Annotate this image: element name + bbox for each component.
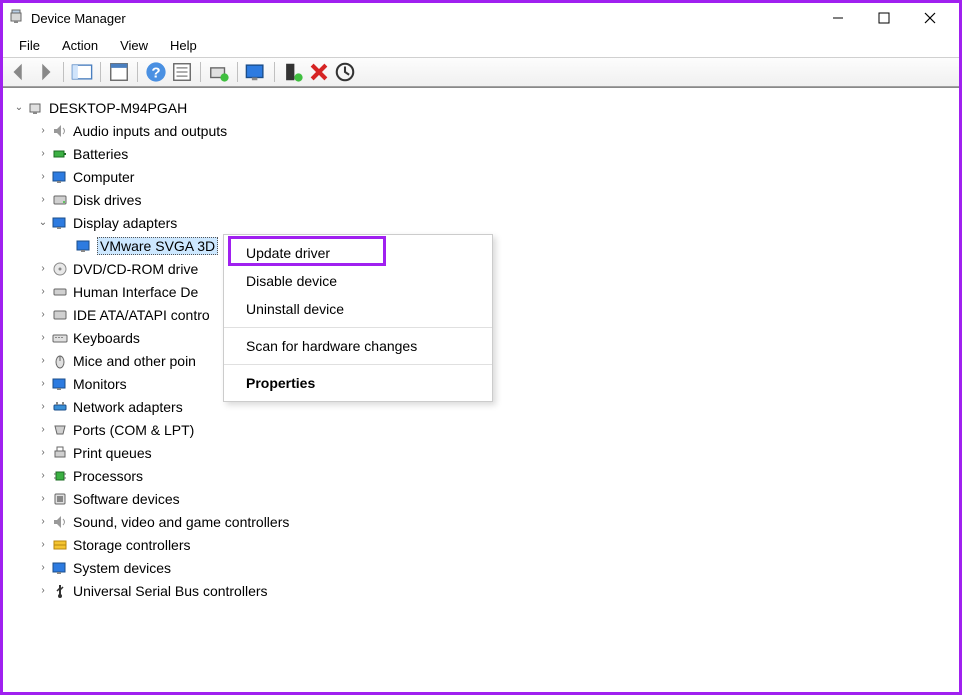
- ide-icon: [51, 306, 69, 324]
- cpu-icon: [51, 467, 69, 485]
- speaker-icon: [51, 122, 69, 140]
- context-menu: Update driver Disable device Uninstall d…: [223, 234, 493, 402]
- chevron-right-icon[interactable]: ›: [35, 491, 51, 507]
- chevron-right-icon[interactable]: ›: [35, 123, 51, 139]
- close-button[interactable]: [907, 3, 953, 33]
- tree-node-system[interactable]: ›System devices: [7, 556, 959, 579]
- tree-root-label: DESKTOP-M94PGAH: [49, 100, 187, 116]
- action-settings-button[interactable]: [170, 60, 194, 84]
- display-adapter-icon: [75, 237, 93, 255]
- monitor-action-button[interactable]: [244, 60, 268, 84]
- forward-button[interactable]: [33, 60, 57, 84]
- chevron-right-icon[interactable]: ›: [35, 445, 51, 461]
- console-tree-button[interactable]: [70, 60, 94, 84]
- svg-text:?: ?: [151, 65, 160, 82]
- system-icon: [51, 559, 69, 577]
- printer-icon: [51, 444, 69, 462]
- update-driver-button[interactable]: [207, 60, 231, 84]
- toolbar-separator: [237, 62, 238, 82]
- chevron-right-icon[interactable]: ›: [35, 376, 51, 392]
- menu-help[interactable]: Help: [160, 36, 207, 55]
- chevron-right-icon[interactable]: ›: [35, 169, 51, 185]
- selected-device-label: VMware SVGA 3D: [97, 237, 218, 255]
- context-scan-hardware[interactable]: Scan for hardware changes: [224, 332, 492, 360]
- chevron-right-icon[interactable]: ›: [35, 146, 51, 162]
- context-update-driver[interactable]: Update driver: [224, 239, 492, 267]
- storage-icon: [51, 536, 69, 554]
- help-button[interactable]: ?: [144, 60, 168, 84]
- tree-node-software[interactable]: ›Software devices: [7, 487, 959, 510]
- port-icon: [51, 421, 69, 439]
- toolbar-separator: [63, 62, 64, 82]
- toolbar-separator: [137, 62, 138, 82]
- chevron-right-icon[interactable]: ›: [35, 583, 51, 599]
- uninstall-button[interactable]: [307, 60, 331, 84]
- collapse-icon[interactable]: ⌄: [11, 100, 27, 116]
- chevron-right-icon[interactable]: ›: [35, 353, 51, 369]
- scan-hardware-button[interactable]: [333, 60, 357, 84]
- battery-icon: [51, 145, 69, 163]
- context-disable-device[interactable]: Disable device: [224, 267, 492, 295]
- back-button[interactable]: [7, 60, 31, 84]
- software-icon: [51, 490, 69, 508]
- tree-node-display[interactable]: ⌄Display adapters: [7, 211, 959, 234]
- usb-icon: [51, 582, 69, 600]
- monitor-icon: [51, 168, 69, 186]
- toolbar: ?: [3, 57, 959, 87]
- tree-content: ⌄ DESKTOP-M94PGAH ›Audio inputs and outp…: [3, 87, 959, 692]
- context-properties[interactable]: Properties: [224, 369, 492, 397]
- collapse-icon[interactable]: ⌄: [35, 215, 51, 231]
- properties-button[interactable]: [107, 60, 131, 84]
- chevron-right-icon[interactable]: ›: [35, 307, 51, 323]
- tree-node-computer[interactable]: ›Computer: [7, 165, 959, 188]
- disc-icon: [51, 260, 69, 278]
- toolbar-separator: [274, 62, 275, 82]
- chevron-right-icon[interactable]: ›: [35, 468, 51, 484]
- titlebar: Device Manager: [3, 3, 959, 33]
- enable-device-button[interactable]: [281, 60, 305, 84]
- toolbar-separator: [100, 62, 101, 82]
- tree-node-storage[interactable]: ›Storage controllers: [7, 533, 959, 556]
- network-icon: [51, 398, 69, 416]
- tree-node-processors[interactable]: ›Processors: [7, 464, 959, 487]
- maximize-button[interactable]: [861, 3, 907, 33]
- tree-node-ports[interactable]: ›Ports (COM & LPT): [7, 418, 959, 441]
- chevron-right-icon[interactable]: ›: [35, 422, 51, 438]
- chevron-right-icon[interactable]: ›: [35, 537, 51, 553]
- toolbar-separator: [200, 62, 201, 82]
- computer-icon: [27, 99, 45, 117]
- tree-node-disk[interactable]: ›Disk drives: [7, 188, 959, 211]
- chevron-right-icon[interactable]: ›: [35, 261, 51, 277]
- window-title: Device Manager: [31, 11, 126, 26]
- tree-root[interactable]: ⌄ DESKTOP-M94PGAH: [7, 96, 959, 119]
- menubar: File Action View Help: [3, 33, 959, 57]
- chevron-right-icon[interactable]: ›: [35, 399, 51, 415]
- minimize-button[interactable]: [815, 3, 861, 33]
- tree-node-sound[interactable]: ›Sound, video and game controllers: [7, 510, 959, 533]
- tree-node-batteries[interactable]: ›Batteries: [7, 142, 959, 165]
- monitor-icon: [51, 375, 69, 393]
- chevron-right-icon[interactable]: ›: [35, 330, 51, 346]
- chevron-right-icon[interactable]: ›: [35, 284, 51, 300]
- keyboard-icon: [51, 329, 69, 347]
- hid-icon: [51, 283, 69, 301]
- menu-file[interactable]: File: [9, 36, 50, 55]
- menu-action[interactable]: Action: [52, 36, 108, 55]
- chevron-right-icon[interactable]: ›: [35, 560, 51, 576]
- device-manager-icon: [9, 9, 25, 28]
- tree-node-audio[interactable]: ›Audio inputs and outputs: [7, 119, 959, 142]
- mouse-icon: [51, 352, 69, 370]
- context-separator: [224, 364, 492, 365]
- display-adapter-icon: [51, 214, 69, 232]
- tree-node-usb[interactable]: ›Universal Serial Bus controllers: [7, 579, 959, 602]
- chevron-right-icon[interactable]: ›: [35, 514, 51, 530]
- chevron-right-icon[interactable]: ›: [35, 192, 51, 208]
- tree-node-printq[interactable]: ›Print queues: [7, 441, 959, 464]
- speaker-icon: [51, 513, 69, 531]
- context-uninstall-device[interactable]: Uninstall device: [224, 295, 492, 323]
- menu-view[interactable]: View: [110, 36, 158, 55]
- context-separator: [224, 327, 492, 328]
- disk-icon: [51, 191, 69, 209]
